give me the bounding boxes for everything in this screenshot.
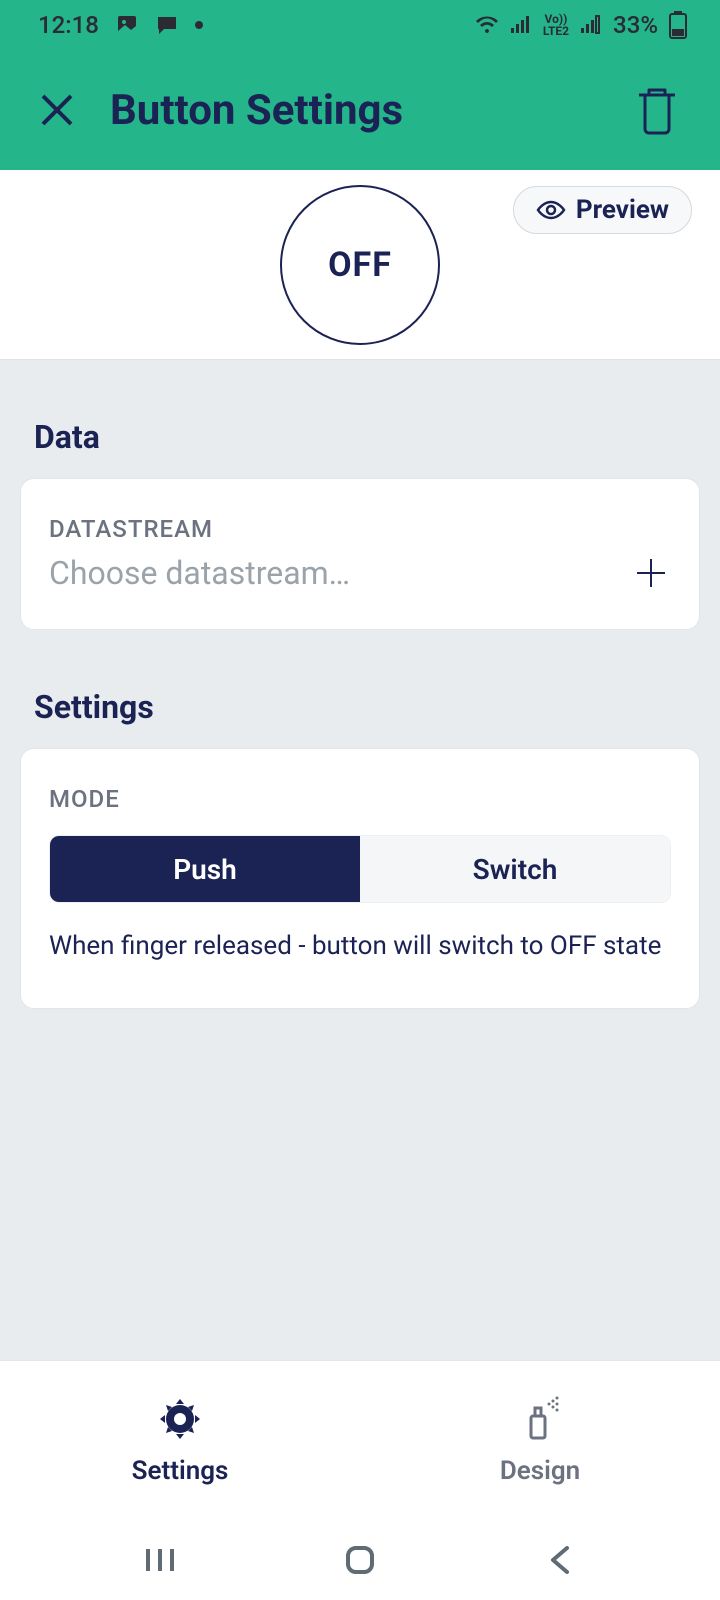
gallery-icon	[115, 13, 139, 37]
android-navbar	[0, 1520, 720, 1600]
page-title: Button Settings	[110, 86, 403, 135]
nav-back[interactable]	[535, 1540, 585, 1580]
mode-description: When finger released - button will switc…	[49, 929, 671, 964]
datastream-card: DATASTREAM Choose datastream…	[20, 478, 700, 630]
status-bar: 12:18 Vo))LTE2 33%	[0, 0, 720, 50]
bottom-tabs: Settings Design	[0, 1360, 720, 1520]
tab-label-design: Design	[500, 1456, 580, 1486]
widget-button-state: OFF	[328, 245, 392, 285]
chat-icon	[155, 13, 179, 37]
tab-settings[interactable]: Settings	[0, 1361, 360, 1520]
preview-label: Preview	[576, 195, 669, 225]
signal-bars-icon	[509, 13, 533, 37]
nav-recents[interactable]	[135, 1540, 185, 1580]
close-button[interactable]	[32, 85, 82, 135]
tab-label-settings: Settings	[132, 1456, 229, 1486]
battery-percent: 33%	[613, 11, 658, 39]
widget-button-preview[interactable]: OFF	[280, 185, 440, 345]
volte-label: Vo))LTE2	[543, 13, 569, 37]
status-time: 12:18	[38, 11, 99, 39]
preview-button[interactable]: Preview	[513, 186, 692, 234]
mode-option-push[interactable]: Push	[50, 836, 360, 902]
back-icon	[545, 1542, 575, 1578]
close-icon	[37, 90, 77, 130]
wifi-icon	[475, 13, 499, 37]
gear-icon	[157, 1396, 203, 1442]
datastream-placeholder: Choose datastream…	[49, 554, 350, 592]
nav-home[interactable]	[335, 1540, 385, 1580]
section-title-settings: Settings	[34, 688, 686, 726]
main-content: Data DATASTREAM Choose datastream… Setti…	[0, 360, 720, 1360]
home-icon	[342, 1542, 378, 1578]
section-title-data: Data	[34, 418, 686, 456]
battery-icon	[668, 11, 688, 39]
mode-toggle: Push Switch	[49, 835, 671, 903]
settings-card: MODE Push Switch When finger released - …	[20, 748, 700, 1009]
preview-area: OFF Preview	[0, 170, 720, 360]
mode-option-switch[interactable]: Switch	[360, 836, 670, 902]
plus-icon	[631, 553, 671, 593]
trash-icon	[635, 85, 679, 135]
eye-icon	[536, 200, 566, 220]
spray-icon	[517, 1396, 563, 1442]
datastream-label: DATASTREAM	[49, 515, 671, 543]
delete-button[interactable]	[632, 85, 682, 135]
more-indicator-icon	[195, 21, 203, 29]
tab-design[interactable]: Design	[360, 1361, 720, 1520]
recents-icon	[142, 1545, 178, 1575]
signal-bars2-icon	[579, 13, 603, 37]
datastream-select[interactable]: Choose datastream…	[49, 553, 671, 593]
app-header: Button Settings	[0, 50, 720, 170]
mode-label: MODE	[49, 785, 671, 813]
